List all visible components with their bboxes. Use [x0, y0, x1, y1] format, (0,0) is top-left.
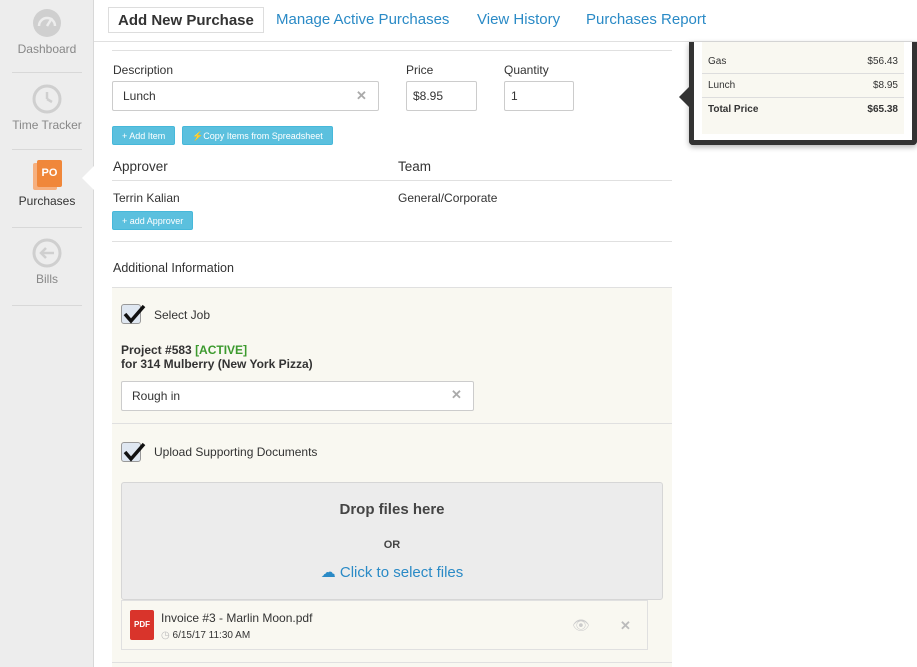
divider [112, 50, 672, 51]
project-address: for 314 Mulberry (New York Pizza) [121, 357, 313, 371]
copy-items-button[interactable]: ⚡Copy Items from Spreadsheet [182, 126, 333, 145]
sidebar-item-time-tracker[interactable]: Time Tracker [0, 84, 94, 132]
cloud-upload-icon: ☁ [320, 564, 336, 581]
copy-items-label: Copy Items from Spreadsheet [203, 131, 323, 141]
summary-item-name: Lunch [708, 80, 736, 91]
active-indicator [82, 166, 94, 190]
uploaded-file-row: PDF Invoice #3 - Marlin Moon.pdf ◷ 6/15/… [121, 600, 648, 650]
sidebar-item-bills[interactable]: Bills [0, 238, 94, 286]
sidebar-item-dashboard[interactable]: Dashboard [0, 8, 94, 56]
project-number: Project #583 [121, 343, 192, 357]
or-separator: OR [383, 539, 401, 551]
total-price-label: Total Price [708, 104, 759, 115]
speedometer-icon [33, 9, 61, 37]
team-heading: Team [398, 159, 432, 174]
preview-eye-icon[interactable]: 👁 [572, 617, 590, 634]
summary-table: Gas $56.43 Lunch $8.95 Total Price $65.3… [702, 42, 904, 134]
sidebar-divider [12, 72, 82, 73]
price-input[interactable] [406, 81, 477, 111]
checkmark-icon [123, 304, 146, 324]
tab-purchases-report[interactable]: Purchases Report [586, 7, 706, 33]
sidebar-item-purchases[interactable]: PO Purchases [0, 160, 94, 208]
summary-item-value: $56.43 [867, 56, 898, 67]
upload-documents-checkbox[interactable] [121, 442, 146, 462]
total-price-value: $65.38 [867, 104, 898, 115]
project-title: Project #583 [ACTIVE] [121, 343, 247, 357]
po-icon: PO [32, 160, 62, 190]
select-files-link[interactable]: ☁ Click to select files [122, 563, 662, 581]
sidebar-item-label: Purchases [18, 194, 76, 208]
clear-description-icon[interactable]: ✕ [356, 88, 367, 104]
summary-total-row: Total Price $65.38 [702, 98, 904, 122]
add-item-button[interactable]: + Add Item [112, 126, 176, 145]
popover-arrow [679, 87, 689, 107]
description-label: Description [113, 63, 174, 77]
clear-phase-icon[interactable]: ✕ [451, 387, 462, 403]
file-date-text: 6/15/17 11:30 AM [172, 630, 251, 641]
pdf-file-icon: PDF [130, 610, 154, 640]
divider [112, 662, 672, 663]
clock-icon: ◷ [161, 630, 170, 641]
price-label: Price [406, 63, 434, 77]
approver-name: Terrin Kalian [113, 191, 180, 205]
summary-row: Gas $56.43 [702, 50, 904, 74]
arrow-left-circle-icon [32, 238, 62, 268]
job-phase-input[interactable] [121, 381, 474, 411]
file-dropzone[interactable]: Drop files here OR ☁ Click to select fil… [121, 482, 663, 600]
add-approver-button[interactable]: + add Approver [112, 211, 194, 230]
tab-manage-active-purchases[interactable]: Manage Active Purchases [276, 7, 449, 33]
clock-icon [32, 84, 62, 114]
sidebar-divider [12, 227, 82, 228]
quantity-input[interactable] [504, 81, 574, 111]
upload-documents-label: Upload Supporting Documents [154, 445, 318, 459]
description-input[interactable] [112, 81, 379, 111]
select-files-label: Click to select files [339, 564, 464, 581]
sidebar: Dashboard Time Tracker PO Purchases Bill… [0, 0, 94, 667]
select-job-checkbox[interactable] [121, 304, 146, 324]
tab-bar: Add New Purchase Manage Active Purchases… [94, 0, 917, 42]
sidebar-divider [12, 149, 82, 150]
drop-files-title: Drop files here [339, 501, 445, 518]
team-name: General/Corporate [398, 191, 498, 205]
remove-file-icon[interactable]: ✕ [620, 618, 631, 634]
summary-row: Lunch $8.95 [702, 74, 904, 98]
additional-info-heading: Additional Information [113, 261, 234, 275]
summary-item-value: $8.95 [872, 80, 898, 91]
sidebar-divider [12, 305, 82, 306]
select-job-label: Select Job [154, 308, 211, 322]
divider [112, 180, 672, 181]
divider [112, 241, 672, 242]
project-status: [ACTIVE] [195, 343, 248, 357]
price-summary-popover: Gas $56.43 Lunch $8.95 Total Price $65.3… [679, 42, 917, 145]
file-date: ◷ 6/15/17 11:30 AM [161, 630, 250, 641]
file-name: Invoice #3 - Marlin Moon.pdf [161, 611, 313, 625]
sidebar-item-label: Time Tracker [12, 118, 82, 132]
sidebar-item-label: Bills [35, 272, 58, 286]
bolt-icon: ⚡ [192, 131, 204, 141]
quantity-label: Quantity [504, 63, 549, 77]
summary-item-name: Gas [708, 56, 727, 67]
tab-add-new-purchase[interactable]: Add New Purchase [108, 7, 264, 33]
approver-heading: Approver [113, 159, 168, 174]
sidebar-item-label: Dashboard [17, 42, 77, 56]
tab-view-history[interactable]: View History [477, 7, 560, 33]
checkmark-icon [123, 442, 146, 462]
